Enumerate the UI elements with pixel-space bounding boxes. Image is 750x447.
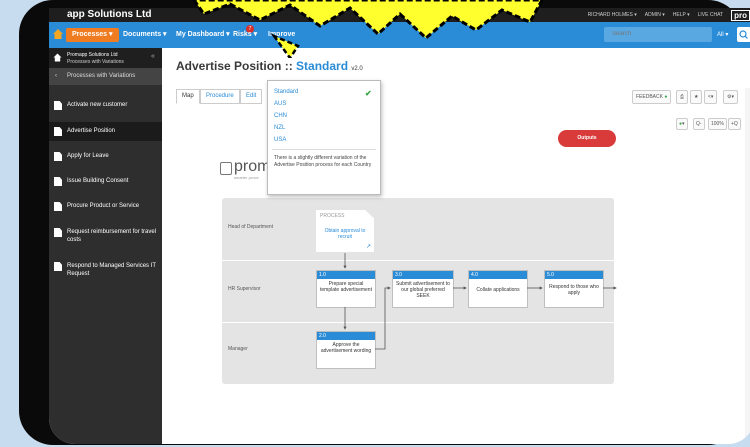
flow-connectors xyxy=(343,253,617,350)
brand-logo: pro xyxy=(731,9,750,21)
top-links: RICHARD HOLMES ▾ ADMIN ▾ HELP ▾ LIVE CHA… xyxy=(588,8,750,22)
variation-option-standard[interactable]: Standard xyxy=(274,89,298,95)
sidebar-item-activate-new-customer[interactable]: Activate new customer xyxy=(49,101,162,113)
sidebar-item-label: Issue Building Consent xyxy=(67,178,129,184)
check-icon: ✔ xyxy=(365,89,372,98)
sidebar-item-label: Apply for Leave xyxy=(67,153,109,159)
chevron-left-icon: ‹ xyxy=(55,73,57,79)
help-menu[interactable]: HELP ▾ xyxy=(673,12,690,18)
document-icon xyxy=(54,228,62,237)
search-button[interactable] xyxy=(737,27,750,42)
favorite-button[interactable]: ★ xyxy=(690,90,703,104)
page-title-text: Advertise Position :: xyxy=(176,59,297,73)
document-icon xyxy=(54,101,62,110)
sidebar-back[interactable]: ‹ Processes with Variations xyxy=(49,68,162,85)
live-chat-link[interactable]: LIVE CHAT xyxy=(698,12,723,18)
logo-text: prom xyxy=(234,158,271,175)
variation-option-usa[interactable]: USA xyxy=(274,137,286,143)
zoom-level[interactable]: 100% xyxy=(708,118,727,130)
document-icon xyxy=(54,262,62,271)
version-label: v2.0 xyxy=(351,66,363,72)
sidebar: Promapp Solutions Ltd Processes with Var… xyxy=(49,48,162,444)
page-title: Advertise Position :: Standard v2.0 xyxy=(176,59,363,73)
document-icon xyxy=(54,202,62,211)
home-small-icon xyxy=(53,53,62,62)
feedback-button[interactable]: FEEDBACK ● xyxy=(632,90,672,104)
sidebar-header: Promapp Solutions Ltd Processes with Var… xyxy=(49,48,162,68)
zoom-in-button[interactable]: +Q xyxy=(728,118,741,130)
print-button[interactable]: ⎙ xyxy=(676,90,689,104)
sidebar-item-advertise-position[interactable]: Advertise Position xyxy=(49,122,162,141)
share-icon: <▾ xyxy=(708,94,714,100)
outputs-node[interactable]: Outputs xyxy=(558,130,616,147)
sidebar-item-request-reimbursement[interactable]: Request reimbursement for travel costs xyxy=(49,228,162,248)
status-dropdown[interactable]: ●▾ xyxy=(676,118,688,130)
tab-map[interactable]: Map xyxy=(176,89,200,104)
tab-edit[interactable]: Edit xyxy=(240,89,263,104)
document-icon xyxy=(54,177,62,186)
document-icon xyxy=(54,152,62,161)
status-dot-icon: ● xyxy=(679,121,683,127)
sidebar-item-label: Activate new customer xyxy=(67,102,128,108)
gear-icon: ⚙▾ xyxy=(727,94,734,100)
sidebar-item-procure-product[interactable]: Procure Product or Service xyxy=(49,202,162,214)
sidebar-item-issue-building-consent[interactable]: Issue Building Consent xyxy=(49,177,162,189)
sidebar-item-label: Advertise Position xyxy=(67,128,116,134)
sidebar-item-apply-for-leave[interactable]: Apply for Leave xyxy=(49,152,162,164)
starburst-callout xyxy=(192,0,544,58)
collapse-icon[interactable]: « xyxy=(151,53,155,60)
app-title: app Solutions Ltd xyxy=(67,9,152,20)
variation-dropdown: Standard ✔ AUS CHN NZL USA There is a sl… xyxy=(267,80,381,195)
search-input[interactable] xyxy=(604,27,712,42)
document-icon xyxy=(54,127,62,136)
sidebar-group: Processes with Variations xyxy=(67,59,124,65)
logo-mark xyxy=(220,162,232,175)
logo-tagline: smarter proce xyxy=(234,175,259,180)
admin-menu[interactable]: ADMIN ▾ xyxy=(645,12,665,18)
tab-procedure[interactable]: Procedure xyxy=(200,89,240,104)
user-menu[interactable]: RICHARD HOLMES ▾ xyxy=(588,12,637,18)
variation-option-chn[interactable]: CHN xyxy=(274,113,287,119)
search-icon xyxy=(739,30,748,39)
app-window: app Solutions Ltd RICHARD HOLMES ▾ ADMIN… xyxy=(49,8,750,444)
star-icon: ★ xyxy=(694,94,699,100)
nav-processes[interactable]: Processes ▾ xyxy=(66,28,119,42)
search-scope-select[interactable]: All ▾ xyxy=(717,31,728,38)
menu-divider xyxy=(272,149,376,150)
sidebar-org: Promapp Solutions Ltd xyxy=(67,52,118,58)
variation-option-aus[interactable]: AUS xyxy=(274,101,286,107)
sidebar-item-label: Request reimbursement for travel costs xyxy=(67,229,157,243)
sidebar-item-label: Respond to Managed Services IT Request xyxy=(67,263,156,277)
feedback-label: FEEDBACK xyxy=(636,94,663,100)
sidebar-item-respond-it-request[interactable]: Respond to Managed Services IT Request xyxy=(49,262,162,282)
home-icon[interactable] xyxy=(52,28,64,40)
pin-icon: ● xyxy=(664,94,668,100)
variation-description: There is a slightly different variation … xyxy=(274,155,372,168)
nav-documents[interactable]: Documents ▾ xyxy=(123,30,167,40)
sidebar-back-label: Processes with Variations xyxy=(67,73,136,79)
variation-selector[interactable]: Standard xyxy=(296,59,348,73)
sidebar-item-label: Procure Product or Service xyxy=(67,203,140,209)
device-frame: app Solutions Ltd RICHARD HOLMES ▾ ADMIN… xyxy=(19,0,750,445)
share-button[interactable]: <▾ xyxy=(704,90,718,104)
main-content: Advertise Position :: Standard v2.0 Map … xyxy=(162,48,750,444)
print-icon: ⎙ xyxy=(680,94,685,100)
variation-option-nzl[interactable]: NZL xyxy=(274,125,285,131)
settings-button[interactable]: ⚙▾ xyxy=(723,90,738,104)
zoom-out-button[interactable]: Q- xyxy=(693,118,705,130)
scrollbar[interactable] xyxy=(745,88,750,444)
